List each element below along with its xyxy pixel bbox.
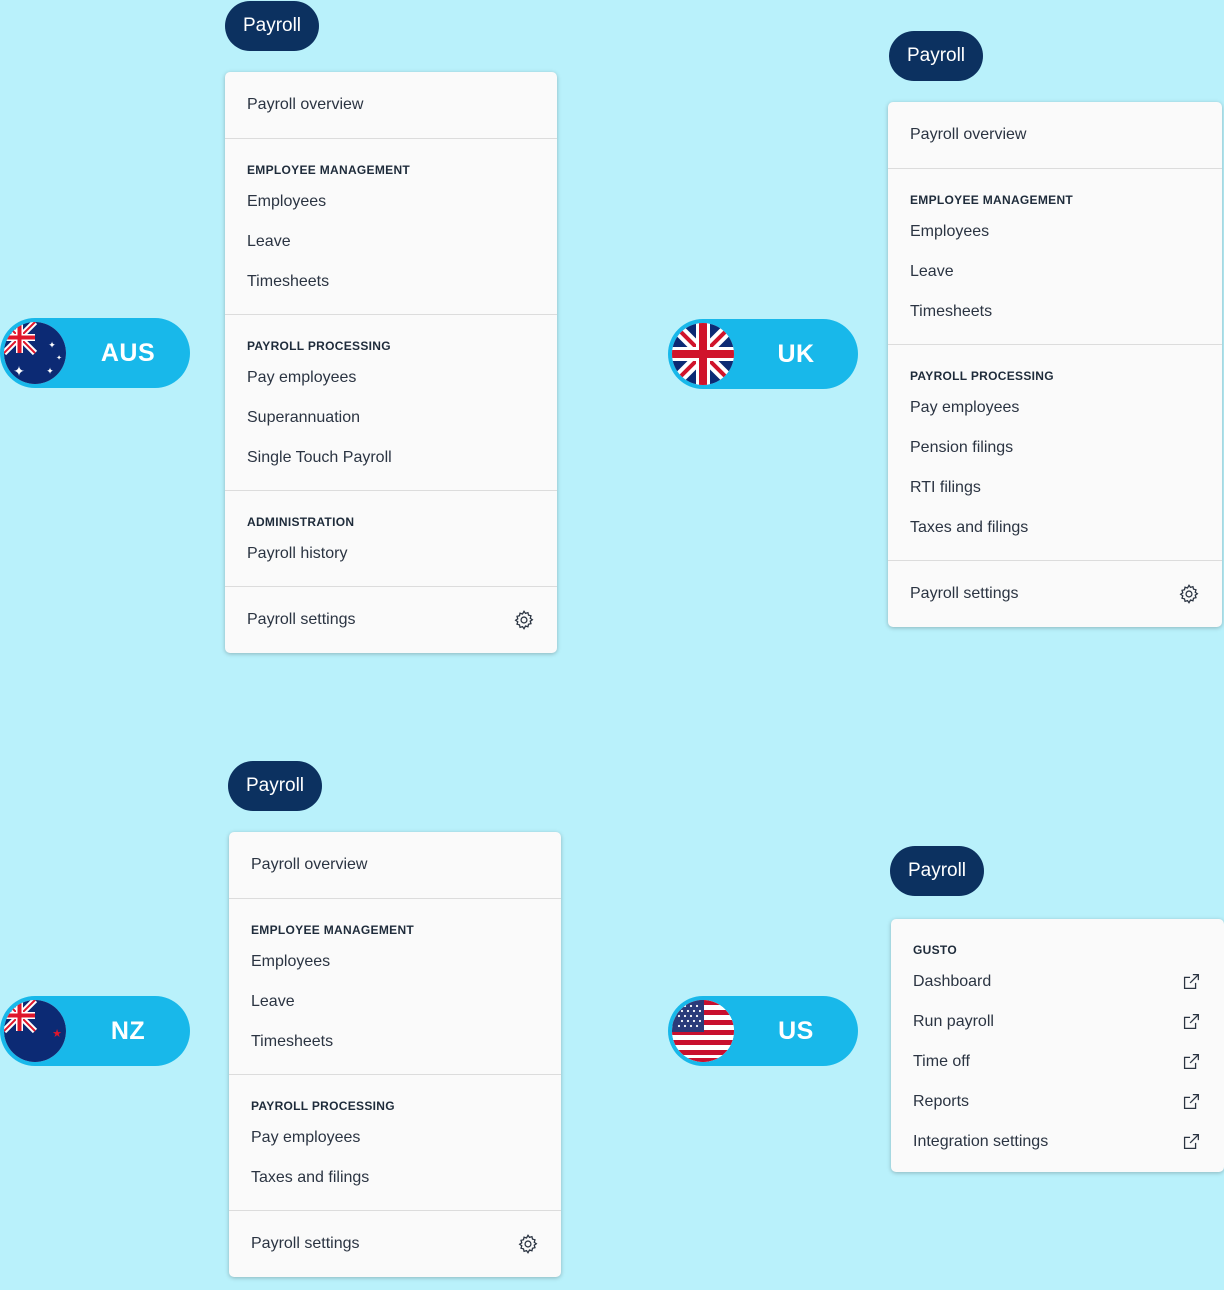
section-heading-employee-management: EMPLOYEE MANAGEMENT	[251, 923, 415, 937]
menu-item-payroll-history[interactable]: Payroll history	[225, 534, 557, 574]
menu-item-run-payroll[interactable]: Run payroll	[891, 1002, 1224, 1042]
payroll-button-uk[interactable]: Payroll	[889, 31, 983, 81]
payroll-menu-aus: Payroll overview EMPLOYEE MANAGEMENT Emp…	[225, 72, 557, 653]
menu-item-single-touch-payroll[interactable]: Single Touch Payroll	[225, 438, 557, 478]
country-pill-us[interactable]: US	[668, 996, 858, 1066]
menu-item-superannuation[interactable]: Superannuation	[225, 398, 557, 438]
menu-item-payroll-overview[interactable]: Payroll overview	[229, 832, 561, 898]
menu-item-employees[interactable]: Employees	[888, 212, 1222, 252]
section-heading-administration: ADMINISTRATION	[247, 515, 355, 529]
menu-item-taxes-and-filings[interactable]: Taxes and filings	[229, 1158, 561, 1198]
country-label: UK	[777, 339, 815, 368]
svg-text:✦: ✦	[48, 341, 56, 351]
country-label: NZ	[110, 1016, 146, 1045]
svg-text:✦: ✦	[46, 367, 54, 377]
section-heading-gusto: GUSTO	[913, 943, 957, 957]
external-link-icon	[1180, 1091, 1202, 1113]
menu-item-pension-filings[interactable]: Pension filings	[888, 428, 1222, 468]
gusto-menu-us: GUSTO Dashboard Run payroll Time off Rep…	[891, 919, 1224, 1172]
section-heading-payroll-processing: PAYROLL PROCESSING	[251, 1099, 395, 1113]
menu-item-payroll-settings[interactable]: Payroll settings	[225, 587, 557, 653]
gear-icon[interactable]	[517, 1233, 539, 1255]
external-link-icon	[1180, 1131, 1202, 1153]
menu-item-employees[interactable]: Employees	[225, 182, 557, 222]
menu-item-leave[interactable]: Leave	[888, 252, 1222, 292]
country-label: US	[778, 1016, 814, 1045]
australia-flag-icon: ✦ ✦ ✦ ✦	[4, 322, 66, 384]
menu-item-pay-employees[interactable]: Pay employees	[229, 1118, 561, 1158]
section-heading-payroll-processing: PAYROLL PROCESSING	[910, 369, 1054, 383]
menu-item-taxes-and-filings[interactable]: Taxes and filings	[888, 508, 1222, 548]
menu-item-timesheets[interactable]: Timesheets	[225, 262, 557, 302]
menu-item-dashboard[interactable]: Dashboard	[891, 962, 1224, 1002]
menu-item-payroll-settings[interactable]: Payroll settings	[229, 1211, 561, 1277]
menu-item-employees[interactable]: Employees	[229, 942, 561, 982]
country-pill-nz[interactable]: ★ NZ	[0, 996, 190, 1066]
external-link-icon	[1180, 971, 1202, 993]
gear-icon[interactable]	[1178, 583, 1200, 605]
svg-text:✦: ✦	[56, 354, 62, 362]
section-heading-payroll-processing: PAYROLL PROCESSING	[247, 339, 391, 353]
menu-item-leave[interactable]: Leave	[229, 982, 561, 1022]
country-label: AUS	[100, 338, 156, 367]
payroll-button-nz[interactable]: Payroll	[228, 761, 322, 811]
svg-text:★: ★	[52, 1027, 62, 1040]
section-heading-employee-management: EMPLOYEE MANAGEMENT	[247, 163, 411, 177]
menu-item-rti-filings[interactable]: RTI filings	[888, 468, 1222, 508]
menu-item-timesheets[interactable]: Timesheets	[888, 292, 1222, 332]
us-flag-icon	[672, 1000, 734, 1062]
payroll-button-aus[interactable]: Payroll	[225, 1, 319, 51]
country-pill-aus[interactable]: ✦ ✦ ✦ ✦ AUS	[0, 318, 190, 388]
menu-item-time-off[interactable]: Time off	[891, 1042, 1224, 1082]
menu-item-payroll-settings[interactable]: Payroll settings	[888, 561, 1222, 627]
payroll-menu-uk: Payroll overview EMPLOYEE MANAGEMENT Emp…	[888, 102, 1222, 627]
menu-item-reports[interactable]: Reports	[891, 1082, 1224, 1122]
menu-item-pay-employees[interactable]: Pay employees	[225, 358, 557, 398]
menu-item-leave[interactable]: Leave	[225, 222, 557, 262]
section-heading-employee-management: EMPLOYEE MANAGEMENT	[910, 193, 1074, 207]
menu-item-timesheets[interactable]: Timesheets	[229, 1022, 561, 1062]
menu-item-pay-employees[interactable]: Pay employees	[888, 388, 1222, 428]
uk-flag-icon	[672, 323, 734, 385]
country-pill-uk[interactable]: UK	[668, 319, 858, 389]
svg-text:✦: ✦	[13, 364, 25, 380]
external-link-icon	[1180, 1011, 1202, 1033]
payroll-menu-nz: Payroll overview EMPLOYEE MANAGEMENT Emp…	[229, 832, 561, 1277]
menu-item-payroll-overview[interactable]: Payroll overview	[225, 72, 557, 138]
gear-icon[interactable]	[513, 609, 535, 631]
payroll-button-us[interactable]: Payroll	[890, 846, 984, 896]
new-zealand-flag-icon: ★	[4, 1000, 66, 1062]
menu-item-integration-settings[interactable]: Integration settings	[891, 1122, 1224, 1162]
external-link-icon	[1180, 1051, 1202, 1073]
menu-item-payroll-overview[interactable]: Payroll overview	[888, 102, 1222, 168]
